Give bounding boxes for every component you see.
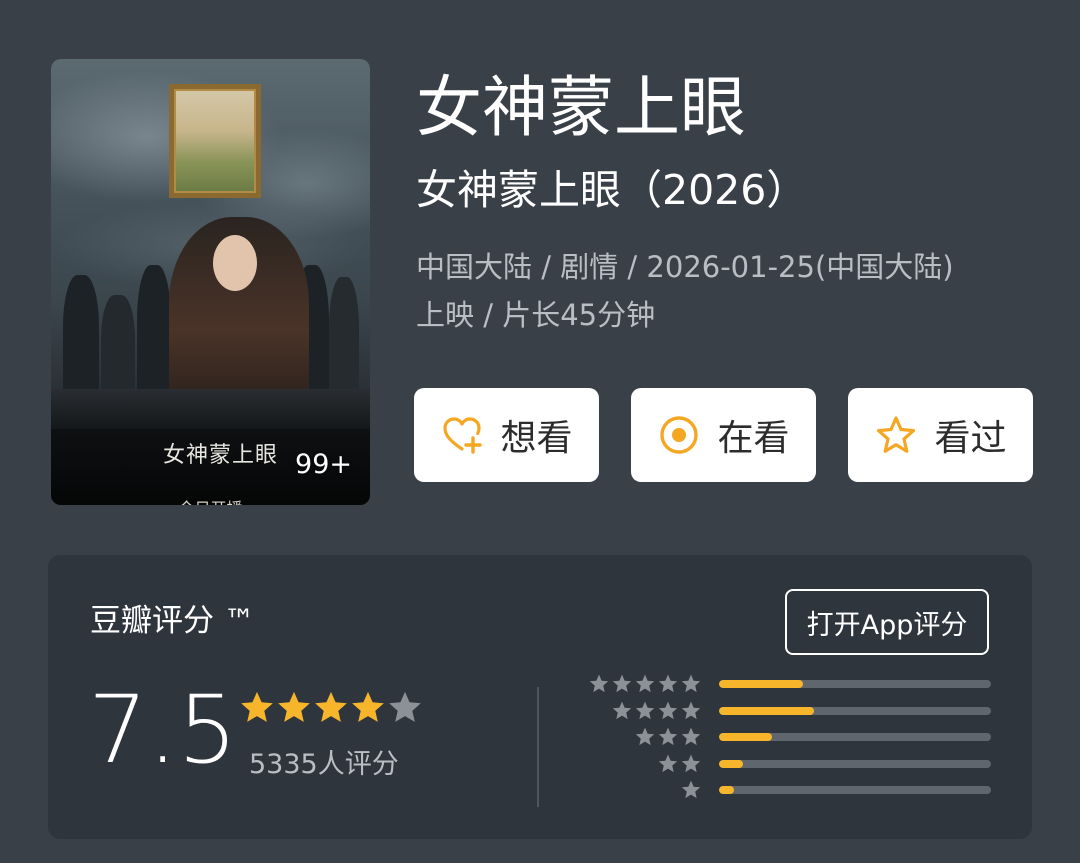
poster-painting-frame (169, 84, 261, 198)
star-small-icon (681, 674, 701, 693)
distribution-bar-fill (719, 680, 804, 688)
want-to-watch-button[interactable]: 想看 (414, 388, 599, 482)
distribution-bar-track (719, 760, 991, 768)
watching-label: 在看 (717, 418, 790, 459)
poster-desk (51, 389, 370, 429)
page-title: 女神蒙上眼 (416, 69, 746, 146)
star-small-icon (681, 701, 701, 720)
poster-cast-figure (63, 275, 99, 405)
star-small-icon (612, 674, 632, 693)
poster-cast-figure (329, 277, 359, 405)
star-small-icon (635, 674, 655, 693)
want-to-watch-label: 想看 (500, 418, 573, 459)
star-filled-icon (352, 691, 384, 722)
poster-subtitle-text: 今日开播 (51, 495, 370, 505)
star-small-icon (635, 701, 655, 720)
distribution-bar-fill (719, 733, 773, 741)
star-small-icon (658, 727, 678, 746)
star-outline-icon (877, 416, 916, 453)
distribution-bar-track (719, 707, 991, 715)
rating-count[interactable]: 5335人评分 (249, 743, 399, 787)
rating-title: 豆瓣评分 ™ (90, 603, 255, 639)
heart-plus-icon (443, 417, 483, 454)
rating-distribution-row-3 (588, 726, 992, 748)
star-filled-icon (315, 691, 347, 722)
poster-title-text: 女神蒙上眼 (163, 443, 279, 468)
distribution-stars (656, 753, 702, 775)
star-small-icon (658, 674, 678, 693)
target-circle-icon (660, 416, 699, 454)
distribution-stars (610, 700, 702, 722)
star-small-icon (681, 780, 701, 799)
watched-button[interactable]: 看过 (848, 388, 1033, 482)
star-small-icon (635, 727, 655, 746)
rating-distribution-row-4 (588, 700, 992, 722)
star-small-icon (612, 701, 632, 720)
poster-image[interactable]: 女神蒙上眼 今日开播 99+ (51, 59, 370, 505)
watched-label: 看过 (934, 418, 1007, 459)
rating-divider (537, 687, 539, 807)
distribution-bar-track (719, 680, 991, 688)
rating-distribution-row-2 (588, 753, 992, 775)
star-filled-icon (241, 691, 273, 722)
star-filled-icon (278, 691, 310, 722)
original-title: 女神蒙上眼（2026） (416, 166, 808, 214)
poster-cast-figure (137, 265, 171, 405)
photo-count-badge[interactable]: 99+ (295, 449, 352, 480)
open-app-rate-button[interactable]: 打开App评分 (785, 589, 989, 655)
rating-distribution-row-1 (588, 779, 992, 801)
distribution-bar-track (719, 786, 991, 794)
star-small-icon (681, 727, 701, 746)
star-small-icon (658, 754, 678, 773)
meta-line-1: 中国大陆 / 剧情 / 2026-01-25(中国大陆) (416, 250, 954, 284)
meta-line-2: 上映 / 片长45分钟 (416, 298, 656, 332)
star-small-icon (589, 674, 609, 693)
distribution-stars (633, 726, 702, 748)
poster-lead-face (213, 235, 257, 291)
distribution-stars (587, 673, 702, 695)
distribution-bar-fill (719, 707, 815, 715)
distribution-bar-fill (719, 786, 734, 794)
rating-distribution-row-5 (588, 673, 992, 695)
distribution-bar-track (719, 733, 991, 741)
star-small-icon (658, 701, 678, 720)
rating-stars (238, 689, 423, 727)
distribution-stars (679, 779, 702, 801)
star-small-icon (681, 754, 701, 773)
meta-info: 中国大陆 / 剧情 / 2026-01-25(中国大陆) 上映 / 片长45分钟 (416, 243, 1056, 339)
distribution-bar-fill (719, 760, 744, 768)
rating-score: 7.5 (88, 676, 238, 785)
watching-button[interactable]: 在看 (631, 388, 816, 482)
rating-panel: 豆瓣评分 ™ 打开App评分 7.5 5335人评分 (48, 555, 1032, 839)
star-empty-icon (389, 691, 421, 722)
